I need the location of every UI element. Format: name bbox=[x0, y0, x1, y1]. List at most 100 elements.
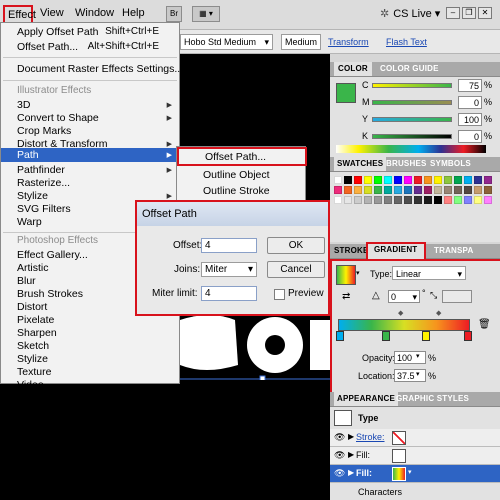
swatch-chip[interactable] bbox=[404, 186, 412, 194]
appearance-row-fill-selected[interactable]: 👁 ▶ Fill: ▾ bbox=[330, 465, 500, 483]
swatch-chip[interactable] bbox=[454, 196, 462, 204]
gradient-preview-swatch[interactable] bbox=[336, 265, 356, 285]
menu-help[interactable]: Help bbox=[122, 7, 145, 19]
font-family-select[interactable]: Hobo Std Medium ▾ bbox=[180, 34, 273, 50]
menu-item-path-highlighted[interactable]: Path ▶ bbox=[1, 148, 179, 162]
eye-icon[interactable]: 👁 bbox=[334, 432, 345, 443]
color-spectrum-bar[interactable] bbox=[336, 145, 486, 153]
trash-icon[interactable]: 🗑 bbox=[478, 319, 491, 330]
channel-m-slider[interactable] bbox=[372, 100, 452, 105]
tab-symbols[interactable]: SYMBOLS bbox=[430, 159, 471, 168]
swatch-chip[interactable] bbox=[364, 196, 372, 204]
menu-item-effect-gallery[interactable]: Effect Gallery... bbox=[17, 249, 88, 261]
tab-brushes[interactable]: BRUSHES bbox=[386, 159, 427, 168]
offset-input[interactable]: 4 bbox=[201, 238, 257, 253]
swatch-chip[interactable] bbox=[434, 186, 442, 194]
menu-item-crop-marks[interactable]: Crop Marks bbox=[17, 125, 71, 137]
gradient-type-select[interactable]: Linear ▾ bbox=[392, 266, 466, 280]
expand-arrow-icon[interactable]: ▶ bbox=[348, 450, 354, 459]
font-style-select[interactable]: Medium bbox=[281, 34, 321, 50]
opacity-input[interactable]: 100 bbox=[394, 351, 426, 364]
swatch-chip[interactable] bbox=[364, 186, 372, 194]
channel-c-slider[interactable] bbox=[372, 83, 452, 88]
menu-item-convert-to-shape[interactable]: Convert to Shape bbox=[17, 112, 99, 124]
swatch-chip[interactable] bbox=[474, 196, 482, 204]
swatch-chip[interactable] bbox=[344, 196, 352, 204]
menu-window[interactable]: Window bbox=[75, 7, 114, 19]
tab-graphic-styles[interactable]: GRAPHIC STYLES bbox=[396, 394, 469, 403]
menu-item-rasterize[interactable]: Rasterize... bbox=[17, 177, 70, 189]
dialog-titlebar[interactable]: Offset Path bbox=[137, 202, 328, 226]
reverse-gradient-icon[interactable]: ⇄ bbox=[342, 291, 350, 302]
flash-text-link[interactable]: Flash Text bbox=[386, 37, 427, 47]
channel-k-slider[interactable] bbox=[372, 134, 452, 139]
menu-item-raster-settings[interactable]: Document Raster Effects Settings... bbox=[17, 63, 183, 75]
swatch-chip[interactable] bbox=[464, 176, 472, 184]
swatch-chip[interactable] bbox=[344, 176, 352, 184]
swatch-chip[interactable] bbox=[454, 186, 462, 194]
bridge-icon[interactable]: Br bbox=[166, 6, 182, 22]
fill-color-swatch[interactable] bbox=[336, 83, 356, 103]
menu-item-ps-stylize[interactable]: Stylize bbox=[17, 353, 48, 365]
menu-item-sketch[interactable]: Sketch bbox=[17, 340, 49, 352]
preview-checkbox[interactable] bbox=[274, 289, 285, 300]
swatch-chip[interactable] bbox=[384, 186, 392, 194]
cancel-button[interactable]: Cancel bbox=[267, 261, 325, 278]
channel-m-input[interactable]: 0 bbox=[458, 96, 482, 109]
swatch-chip[interactable] bbox=[484, 196, 492, 204]
menu-item-pathfinder[interactable]: Pathfinder bbox=[17, 164, 65, 176]
swatch-chip[interactable] bbox=[354, 186, 362, 194]
menu-item-svg-filters[interactable]: SVG Filters bbox=[17, 203, 71, 215]
swatch-chip[interactable] bbox=[424, 176, 432, 184]
swatch-chip[interactable] bbox=[414, 176, 422, 184]
swatch-chip[interactable] bbox=[394, 176, 402, 184]
menu-item-3d[interactable]: 3D bbox=[17, 99, 30, 111]
fill-gradient-swatch[interactable] bbox=[392, 467, 406, 481]
tab-appearance[interactable]: APPEARANCE bbox=[334, 392, 399, 406]
channel-k-input[interactable]: 0 bbox=[458, 130, 482, 143]
submenu-item-offset-path[interactable]: Offset Path... bbox=[177, 147, 307, 166]
ok-button[interactable]: OK bbox=[267, 237, 325, 254]
swatch-chip[interactable] bbox=[464, 196, 472, 204]
swatch-chip[interactable] bbox=[444, 176, 452, 184]
menu-item-pixelate[interactable]: Pixelate bbox=[17, 314, 54, 326]
swatch-chip[interactable] bbox=[434, 196, 442, 204]
arrange-documents-icon[interactable]: ▦ ▾ bbox=[192, 6, 220, 22]
expand-arrow-icon[interactable]: ▶ bbox=[348, 432, 354, 441]
location-input[interactable]: 37.5 bbox=[394, 369, 426, 382]
joins-select[interactable]: Miter ▾ bbox=[201, 262, 257, 277]
swatch-chip[interactable] bbox=[404, 196, 412, 204]
gradient-stop-4[interactable] bbox=[464, 331, 472, 341]
menu-view[interactable]: View bbox=[40, 7, 64, 19]
eye-icon[interactable]: 👁 bbox=[334, 450, 345, 461]
cs-live-button[interactable]: ✲ CS Live ▾ bbox=[380, 7, 440, 20]
tab-transparency[interactable]: TRANSPA bbox=[434, 246, 473, 255]
swatch-chip[interactable] bbox=[474, 186, 482, 194]
swatch-chip[interactable] bbox=[354, 176, 362, 184]
menu-item-warp[interactable]: Warp bbox=[17, 216, 42, 228]
swatch-chip[interactable] bbox=[364, 176, 372, 184]
restore-icon[interactable]: ❐ bbox=[462, 7, 476, 19]
minimize-icon[interactable]: – bbox=[446, 7, 460, 19]
midpoint-diamond-icon[interactable]: ◆ bbox=[398, 309, 403, 317]
swatch-chip[interactable] bbox=[444, 186, 452, 194]
tab-color[interactable]: COLOR bbox=[334, 62, 372, 76]
swatch-chip[interactable] bbox=[444, 196, 452, 204]
swatch-chip[interactable] bbox=[374, 176, 382, 184]
swatch-chip[interactable] bbox=[424, 186, 432, 194]
submenu-item-outline-object[interactable]: Outline Object bbox=[203, 169, 270, 181]
tab-stroke[interactable]: STROKE bbox=[334, 246, 369, 255]
aspect-ratio-input[interactable] bbox=[442, 290, 472, 303]
swatch-chip[interactable] bbox=[374, 196, 382, 204]
swatch-chip[interactable] bbox=[434, 176, 442, 184]
gradient-slider[interactable] bbox=[338, 319, 470, 331]
appearance-row-fill[interactable]: 👁 ▶ Fill: bbox=[330, 447, 500, 465]
swatch-chip[interactable] bbox=[464, 186, 472, 194]
gradient-stop-1[interactable] bbox=[336, 331, 344, 341]
swatch-chip[interactable] bbox=[384, 196, 392, 204]
swatch-chip[interactable] bbox=[414, 186, 422, 194]
menu-item-sharpen[interactable]: Sharpen bbox=[17, 327, 57, 339]
swatch-chip[interactable] bbox=[334, 196, 342, 204]
swatch-chip[interactable] bbox=[344, 186, 352, 194]
angle-input[interactable]: 0 ▾ bbox=[388, 290, 420, 303]
